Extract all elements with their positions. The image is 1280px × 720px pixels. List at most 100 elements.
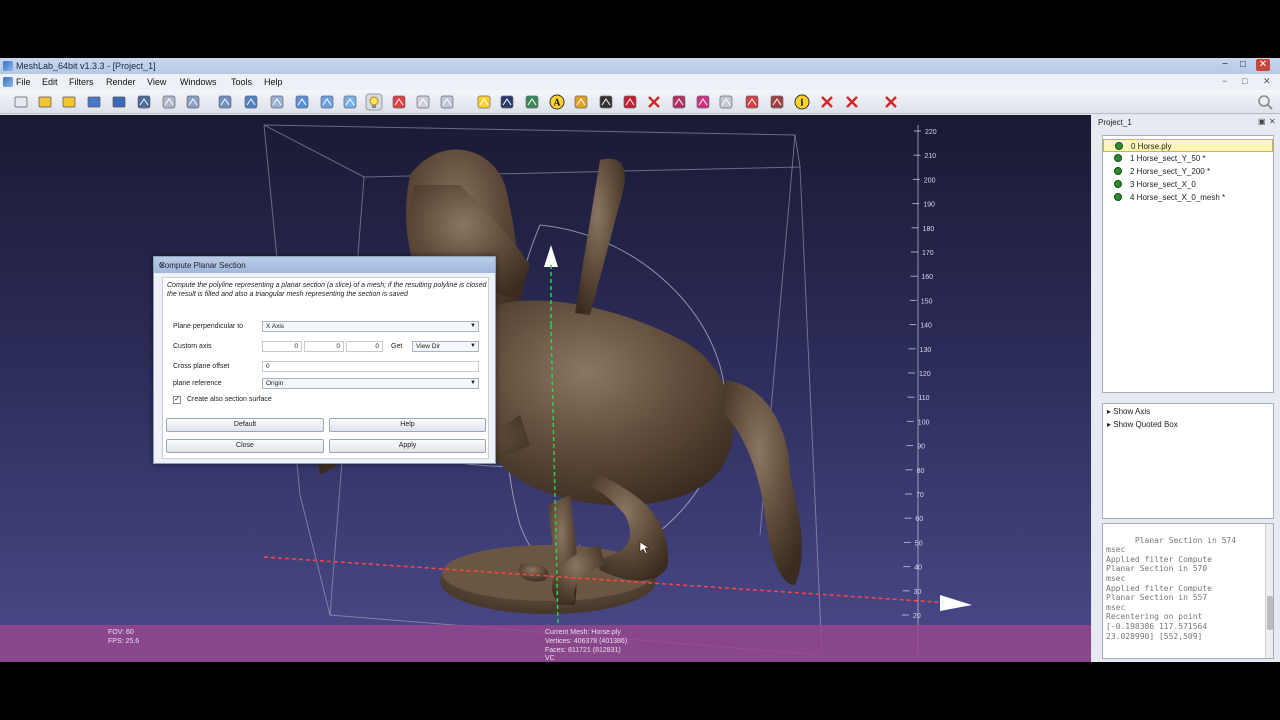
layer-row[interactable]: 3 Horse_sect_X_0 [1103, 178, 1273, 191]
toolbar: Ai [0, 90, 1280, 114]
close-window-button[interactable]: ✕ [1256, 59, 1270, 71]
fov-text: FOV: 60 [108, 629, 134, 636]
delete-all-icon[interactable] [882, 93, 900, 111]
z-tick-label: 30 [914, 589, 922, 596]
panel-close-icon[interactable]: ✕ [1269, 117, 1276, 126]
z-tick-label: 80 [917, 468, 925, 475]
flat-icon[interactable] [293, 93, 311, 111]
z-tick-label: 20 [913, 613, 921, 620]
menu-render[interactable]: Render [106, 77, 136, 87]
chevron-down-icon: ▼ [470, 323, 476, 329]
paint-icon[interactable] [597, 93, 615, 111]
default-button[interactable]: Default [166, 418, 324, 432]
z-painting-icon[interactable] [717, 93, 735, 111]
decorator-panel: ▸ Show Axis ▸ Show Quoted Box [1102, 403, 1274, 519]
reference-label: plane reference [173, 380, 222, 387]
pick-points-icon[interactable] [523, 93, 541, 111]
close-button[interactable]: Close [166, 439, 324, 453]
z-tick-label: 110 [918, 395, 929, 402]
open-project-icon[interactable] [36, 93, 54, 111]
delete-selected-icon[interactable] [843, 93, 861, 111]
quality-icon[interactable] [743, 93, 761, 111]
fancy-light-icon[interactable] [414, 93, 432, 111]
menu-help[interactable]: Help [264, 77, 283, 87]
delete-face-icon[interactable] [645, 93, 663, 111]
visibility-eye-icon[interactable] [1114, 193, 1122, 201]
back-face-icon[interactable] [438, 93, 456, 111]
new-project-icon[interactable] [12, 93, 30, 111]
zoom-icon[interactable] [621, 93, 639, 111]
menu-view[interactable]: View [147, 77, 166, 87]
texture-icon[interactable] [341, 93, 359, 111]
log-scrollbar[interactable] [1265, 524, 1273, 658]
points-icon[interactable] [184, 93, 202, 111]
bbox-icon[interactable] [160, 93, 178, 111]
info-icon[interactable]: i [793, 93, 811, 111]
layer-row[interactable]: 4 Horse_sect_X_0_mesh * [1103, 191, 1273, 204]
visibility-eye-icon[interactable] [1114, 167, 1122, 175]
visibility-eye-icon[interactable] [1114, 180, 1122, 188]
measure-icon[interactable]: A [548, 93, 566, 111]
custom-axis-x-input[interactable]: 0 [262, 341, 302, 352]
visibility-eye-icon[interactable] [1115, 142, 1123, 150]
z-tick-label: 220 [925, 129, 937, 136]
decor-show-axis[interactable]: ▸ Show Axis [1107, 407, 1150, 416]
select-connected-icon[interactable] [694, 93, 712, 111]
custom-axis-y-input[interactable]: 0 [304, 341, 344, 352]
wireframe-icon[interactable] [216, 93, 234, 111]
select-face-icon[interactable] [670, 93, 688, 111]
double-side-icon[interactable] [390, 93, 408, 111]
offset-input[interactable]: 0 [262, 361, 479, 372]
align-icon[interactable] [572, 93, 590, 111]
apply-button[interactable]: Apply [329, 439, 486, 453]
minimize-button[interactable]: − [1218, 59, 1232, 71]
snapshot-icon[interactable] [135, 93, 153, 111]
smooth-icon[interactable] [318, 93, 336, 111]
layer-label: 2 Horse_sect_Y_200 * [1130, 167, 1211, 176]
z-tick-label: 150 [921, 298, 933, 305]
reference-select[interactable]: Origin ▼ [262, 378, 479, 389]
menu-windows[interactable]: Windows [180, 77, 217, 87]
reload-icon[interactable] [85, 93, 103, 111]
z-tick-label: 90 [917, 444, 925, 451]
get-label: Get [391, 343, 403, 350]
mdi-restore-button[interactable]: □ [1242, 76, 1247, 86]
dialog-close-button[interactable]: ✕ [159, 261, 491, 270]
visibility-eye-icon[interactable] [1114, 154, 1122, 162]
3d-viewport[interactable]: 220 210 200 190 180 170 160 150 140 130 120 110 100 9… [0, 115, 1091, 662]
lighting-icon[interactable] [365, 93, 383, 111]
mdi-minimize-button[interactable]: − [1222, 76, 1227, 86]
get-view-dir-select[interactable]: View Dir ▼ [412, 341, 479, 352]
svg-text:A: A [553, 99, 562, 109]
z-tick-label: 40 [914, 565, 922, 572]
mdi-close-button[interactable]: ✕ [1263, 76, 1271, 87]
layer-row[interactable]: 1 Horse_sect_Y_50 * [1103, 152, 1273, 165]
layer-row[interactable]: 0 Horse.ply [1103, 139, 1273, 152]
manipulator-icon[interactable] [475, 93, 493, 111]
dialog-title-bar[interactable]: Compute Planar Section ✕ [154, 257, 495, 273]
help-button[interactable]: Help [329, 418, 486, 432]
hidden-lines-icon[interactable] [242, 93, 260, 111]
log-scroll-thumb[interactable] [1267, 596, 1273, 630]
panel-float-icon[interactable]: ▣ [1258, 117, 1266, 126]
custom-axis-z-input[interactable]: 0 [346, 341, 383, 352]
noise-icon[interactable] [768, 93, 786, 111]
plane-select[interactable]: X Axis ▼ [262, 321, 479, 332]
select-vertex-icon[interactable] [498, 93, 516, 111]
layer-row[interactable]: 2 Horse_sect_Y_200 * [1103, 165, 1273, 178]
flat-lines-icon[interactable] [268, 93, 286, 111]
import-mesh-icon[interactable] [110, 93, 128, 111]
section-surface-checkbox[interactable]: ✓ [173, 396, 181, 404]
menu-edit[interactable]: Edit [42, 77, 58, 87]
menu-tools[interactable]: Tools [231, 77, 252, 87]
title-bar: MeshLab_64bit v1.3.3 - [Project_1] − □ ✕ [0, 58, 1280, 74]
delete-vert-icon[interactable] [818, 93, 836, 111]
svg-text:i: i [800, 99, 804, 109]
decor-show-quoted-box[interactable]: ▸ Show Quoted Box [1107, 420, 1178, 429]
search-icon[interactable] [1256, 93, 1274, 111]
maximize-button[interactable]: □ [1236, 59, 1250, 71]
menu-file[interactable]: File [16, 77, 31, 87]
menu-filters[interactable]: Filters [69, 77, 94, 87]
save-project-icon[interactable] [60, 93, 78, 111]
vertices-text: Vertices: 406378 (401386) [545, 638, 628, 645]
